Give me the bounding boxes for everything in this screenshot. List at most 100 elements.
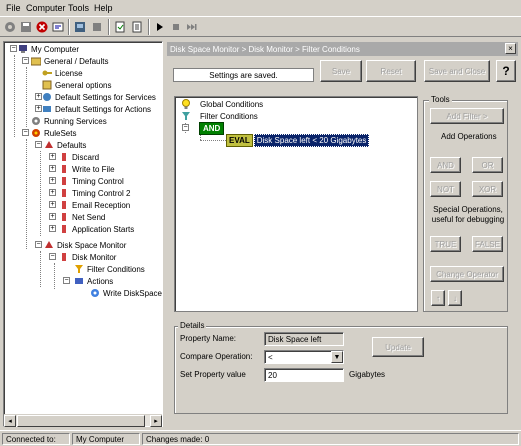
rules-icon[interactable] bbox=[130, 20, 144, 34]
tree-item-net-send[interactable]: Net Send bbox=[59, 211, 105, 223]
and-operator-node[interactable]: AND bbox=[199, 121, 225, 135]
and-button[interactable]: AND bbox=[430, 157, 461, 173]
expand-toggle[interactable]: − bbox=[35, 141, 42, 148]
expand-toggle[interactable]: − bbox=[63, 277, 70, 284]
tree-item-discard[interactable]: Discard bbox=[59, 151, 99, 163]
step-icon[interactable] bbox=[185, 20, 199, 34]
expand-toggle[interactable]: + bbox=[49, 177, 56, 184]
expand-toggle[interactable]: − bbox=[22, 57, 29, 64]
move-up-button[interactable]: ↑ bbox=[431, 290, 445, 306]
tree-item-rulesets[interactable]: RuleSets bbox=[31, 127, 76, 139]
network-icon[interactable] bbox=[73, 20, 87, 34]
or-button[interactable]: OR bbox=[472, 157, 503, 173]
tree-item-my-computer[interactable]: My Computer bbox=[18, 43, 79, 55]
tree-label: Write DiskSpace bbox=[103, 288, 162, 298]
expand-toggle[interactable]: + bbox=[49, 189, 56, 196]
tree-item-defaults[interactable]: Defaults bbox=[44, 139, 86, 151]
property-value-input[interactable]: 20 bbox=[264, 368, 344, 382]
tree-item-default-settings-services[interactable]: Default Settings for Services bbox=[42, 91, 156, 103]
delete-icon[interactable] bbox=[35, 20, 49, 34]
chevron-down-icon[interactable]: ▼ bbox=[331, 351, 343, 363]
scroll-thumb[interactable] bbox=[17, 415, 145, 427]
scroll-left-icon[interactable]: ◂ bbox=[4, 415, 16, 427]
navigation-tree[interactable]: − My Computer − General / Defaults Licen… bbox=[3, 41, 163, 427]
tree-label: Running Services bbox=[44, 116, 107, 126]
play-icon[interactable] bbox=[153, 20, 167, 34]
tree-label: Disk Space Monitor bbox=[57, 240, 127, 250]
tree-item-application-starts[interactable]: Application Starts bbox=[59, 223, 134, 235]
expand-toggle[interactable]: + bbox=[35, 105, 42, 112]
special-operations-label: Special Operations, useful for debugging bbox=[431, 205, 505, 224]
expand-toggle[interactable]: − bbox=[35, 241, 42, 248]
not-button[interactable]: NOT bbox=[430, 181, 461, 197]
menu-file[interactable]: File bbox=[6, 3, 21, 13]
expand-toggle[interactable]: − bbox=[182, 124, 189, 131]
tree-item-filter-conditions[interactable]: Filter Conditions bbox=[74, 263, 145, 275]
toolbar bbox=[0, 17, 521, 37]
update-button[interactable]: Update bbox=[372, 337, 424, 357]
tree-horizontal-scrollbar[interactable]: ◂ ▸ bbox=[4, 414, 162, 427]
reset-button[interactable]: Reset bbox=[366, 60, 416, 82]
menu-tools[interactable]: Tools bbox=[68, 3, 89, 13]
tree-item-general-options[interactable]: General options bbox=[42, 79, 111, 91]
tree-item-running-services[interactable]: Running Services bbox=[31, 115, 107, 127]
details-group-label: Details bbox=[178, 321, 207, 330]
eval-condition-node[interactable]: EVAL Disk Space left < 20 Gigabytes bbox=[226, 133, 370, 147]
rule-icon bbox=[59, 224, 69, 234]
add-filter-button[interactable]: Add Filter > bbox=[430, 108, 504, 124]
global-conditions-item[interactable]: Global Conditions bbox=[181, 98, 263, 110]
tree-item-disk-space-monitor[interactable]: Disk Space Monitor bbox=[44, 239, 126, 251]
help-button[interactable]: ? bbox=[496, 60, 516, 82]
tree-item-actions[interactable]: Actions bbox=[74, 275, 113, 287]
save-button[interactable]: Save bbox=[320, 60, 362, 82]
xor-button[interactable]: XOR bbox=[472, 181, 503, 197]
menu-help[interactable]: Help bbox=[94, 3, 113, 13]
tree-label: Defaults bbox=[57, 140, 87, 150]
expand-toggle[interactable]: + bbox=[49, 201, 56, 208]
stop-icon[interactable] bbox=[169, 20, 183, 34]
tree-item-general-defaults[interactable]: General / Defaults bbox=[31, 55, 108, 67]
expand-toggle[interactable]: − bbox=[49, 253, 56, 260]
tree-label: General options bbox=[55, 80, 112, 90]
change-operator-button[interactable]: Change Operator bbox=[430, 266, 504, 282]
tree-item-timing-control-2[interactable]: Timing Control 2 bbox=[59, 187, 130, 199]
rule-icon bbox=[59, 200, 69, 210]
close-icon[interactable]: × bbox=[505, 43, 516, 54]
tree-guide bbox=[40, 151, 41, 236]
properties-icon[interactable] bbox=[51, 20, 65, 34]
connect-icon[interactable] bbox=[3, 20, 17, 34]
conditions-tree[interactable]: Global Conditions Filter Conditions − AN… bbox=[174, 96, 418, 312]
tree-item-email-reception[interactable]: Email Reception bbox=[59, 199, 130, 211]
expand-toggle[interactable]: + bbox=[49, 213, 56, 220]
tree-label: Timing Control bbox=[72, 176, 124, 186]
expand-toggle[interactable]: + bbox=[49, 165, 56, 172]
expand-toggle[interactable]: + bbox=[49, 153, 56, 160]
save-and-close-button[interactable]: Save and Close bbox=[424, 60, 490, 82]
save-icon[interactable] bbox=[19, 20, 33, 34]
tree-label: Discard bbox=[72, 152, 100, 162]
scroll-right-icon[interactable]: ▸ bbox=[150, 415, 162, 427]
tree-item-write-to-file[interactable]: Write to File bbox=[59, 163, 115, 175]
false-button[interactable]: FALSE bbox=[472, 236, 503, 252]
tree-item-timing-control[interactable]: Timing Control bbox=[59, 175, 124, 187]
expand-toggle[interactable]: + bbox=[49, 225, 56, 232]
expand-toggle[interactable]: − bbox=[10, 45, 17, 52]
move-down-button[interactable]: ↓ bbox=[448, 290, 462, 306]
stop-square-icon[interactable] bbox=[90, 20, 104, 34]
expand-toggle[interactable]: + bbox=[35, 93, 42, 100]
tree-item-default-settings-actions[interactable]: Default Settings for Actions bbox=[42, 103, 151, 115]
connected-computer: My Computer bbox=[72, 433, 140, 445]
expand-toggle[interactable]: − bbox=[22, 129, 29, 136]
menu-computer[interactable]: Computer bbox=[26, 3, 66, 13]
true-button[interactable]: TRUE bbox=[430, 236, 461, 252]
property-name-field: Disk Space left bbox=[264, 332, 344, 346]
tree-guide bbox=[40, 251, 41, 287]
compare-operation-select[interactable]: < ▼ bbox=[264, 350, 344, 364]
tree-label: Disk Monitor bbox=[72, 252, 117, 262]
tree-item-license[interactable]: License bbox=[42, 67, 83, 79]
tree-label: Default Settings for Actions bbox=[55, 104, 152, 114]
filter-conditions-item[interactable]: Filter Conditions bbox=[181, 110, 258, 122]
tree-item-write-diskspace[interactable]: Write DiskSpace bbox=[90, 287, 162, 299]
document-icon[interactable] bbox=[113, 20, 127, 34]
tree-item-disk-monitor[interactable]: Disk Monitor bbox=[59, 251, 116, 263]
